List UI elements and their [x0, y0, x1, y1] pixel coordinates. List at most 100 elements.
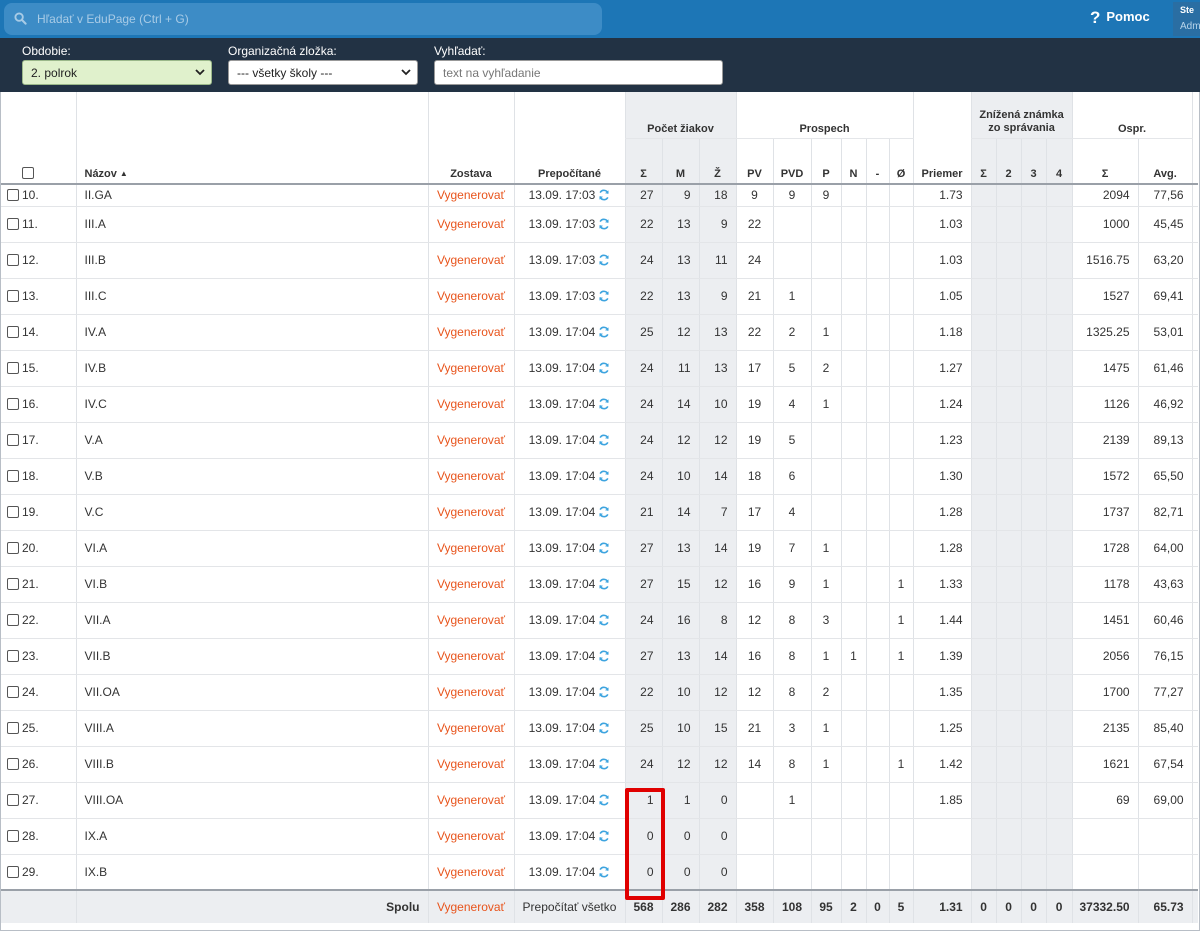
generate-link[interactable]: Vygenerovať [427, 184, 514, 207]
table-row[interactable]: 15. IV.B Vygenerovať 13.09. 17:04 24 11 13 17 5 2… [1, 350, 1199, 387]
table-row[interactable]: 20. VI.A Vygenerovať 13.09. 17:04 27 13 14 19 7 1… [1, 530, 1199, 567]
table-row[interactable]: 17. V.A Vygenerovať 13.09. 17:04 24 12 12 19 5 1.… [1, 422, 1199, 459]
row-checkbox[interactable] [7, 614, 19, 626]
refresh-icon[interactable] [598, 794, 610, 806]
refresh-icon[interactable] [598, 189, 610, 201]
table-row[interactable]: 18. V.B Vygenerovať 13.09. 17:04 24 10 14 18 6 1.… [1, 458, 1199, 495]
table-row[interactable]: 27. VIII.OA Vygenerovať 13.09. 17:04 1 1 0 1 1.8… [1, 782, 1199, 819]
refresh-icon[interactable] [598, 866, 610, 878]
row-checkbox[interactable] [7, 189, 19, 201]
generate-link[interactable]: Vygenerovať [427, 674, 514, 711]
row-checkbox[interactable] [7, 794, 19, 806]
row-checkbox[interactable] [7, 434, 19, 446]
refresh-icon[interactable] [598, 506, 610, 518]
refresh-icon[interactable] [598, 830, 610, 842]
table-row[interactable]: 25. VIII.A Vygenerovať 13.09. 17:04 25 10 15 21… [1, 710, 1199, 747]
table-row[interactable]: 12. III.B Vygenerovať 13.09. 17:03 24 13 11 24 1… [1, 242, 1199, 279]
generate-link[interactable]: Vygenerovať [427, 638, 514, 675]
generate-link[interactable]: Vygenerovať [427, 854, 514, 891]
refresh-icon[interactable] [598, 614, 610, 626]
generate-link[interactable]: Vygenerovať [427, 422, 514, 459]
user-menu[interactable]: Ste Adm [1173, 2, 1200, 36]
row-checkbox[interactable] [7, 722, 19, 734]
row-checkbox[interactable] [7, 686, 19, 698]
refresh-icon[interactable] [598, 470, 610, 482]
row-checkbox[interactable] [7, 470, 19, 482]
refresh-icon[interactable] [598, 362, 610, 374]
refresh-icon[interactable] [598, 326, 610, 338]
row-checkbox[interactable] [7, 650, 19, 662]
table-row[interactable]: 26. VIII.B Vygenerovať 13.09. 17:04 24 12 12 14… [1, 746, 1199, 783]
table-row[interactable]: 23. VII.B Vygenerovať 13.09. 17:04 27 13 14 16 8… [1, 638, 1199, 675]
refresh-icon[interactable] [598, 722, 610, 734]
table-row[interactable]: 24. VII.OA Vygenerovať 13.09. 17:04 22 10 12 12… [1, 674, 1199, 711]
generate-link[interactable]: Vygenerovať [427, 602, 514, 639]
org-select[interactable]: --- všetky školy --- [228, 60, 418, 85]
table-row[interactable]: 21. VI.B Vygenerovať 13.09. 17:04 27 15 12 16 9 1… [1, 566, 1199, 603]
cell-z: 12 [698, 746, 736, 783]
period-select[interactable]: 2. polrok [22, 60, 212, 85]
refresh-icon[interactable] [598, 434, 610, 446]
help-link[interactable]: ? Pomoc [1090, 8, 1150, 28]
generate-link[interactable]: Vygenerovať [427, 494, 514, 531]
refresh-icon[interactable] [598, 290, 610, 302]
generate-link[interactable]: Vygenerovať [427, 566, 514, 603]
cell-avg: 1.35 [912, 674, 972, 711]
cell-pv: 14 [735, 746, 773, 783]
refresh-icon[interactable] [598, 254, 610, 266]
row-checkbox[interactable] [7, 362, 19, 374]
generate-link[interactable]: Vygenerovať [427, 350, 514, 387]
row-checkbox[interactable] [7, 218, 19, 230]
generate-all-link[interactable]: Vygenerovať [427, 889, 514, 923]
cell-n [840, 278, 866, 315]
table-row[interactable]: 13. III.C Vygenerovať 13.09. 17:03 22 13 9 21 1 1… [1, 278, 1199, 315]
cell-sum: 25 [624, 314, 662, 351]
search-input[interactable]: text na vyhľadanie [434, 60, 723, 85]
generate-link[interactable]: Vygenerovať [427, 458, 514, 495]
table-row[interactable]: 29. IX.B Vygenerovať 13.09. 17:04 0 0 0 [1, 854, 1199, 891]
row-checkbox[interactable] [7, 542, 19, 554]
row-checkbox[interactable] [7, 290, 19, 302]
refresh-icon[interactable] [598, 578, 610, 590]
table-row[interactable]: 19. V.C Vygenerovať 13.09. 17:04 21 14 7 17 4 1.2… [1, 494, 1199, 531]
generate-link[interactable]: Vygenerovať [427, 314, 514, 351]
row-checkbox[interactable] [7, 326, 19, 338]
table-row[interactable]: 14. IV.A Vygenerovať 13.09. 17:04 25 12 13 22 2 1… [1, 314, 1199, 351]
row-checkbox[interactable] [7, 758, 19, 770]
table-row[interactable]: 11. III.A Vygenerovať 13.09. 17:03 22 13 9 22 1.… [1, 206, 1199, 243]
row-checkbox[interactable] [7, 578, 19, 590]
global-search-box[interactable]: Hľadať v EduPage (Ctrl + G) [4, 3, 602, 35]
cell-osa: 61,46 [1137, 350, 1193, 387]
generate-link[interactable]: Vygenerovať [427, 242, 514, 279]
row-checkbox[interactable] [7, 506, 19, 518]
generate-link[interactable]: Vygenerovať [427, 206, 514, 243]
generate-link[interactable]: Vygenerovať [427, 710, 514, 747]
table-row[interactable]: 10. II.GA Vygenerovať 13.09. 17:03 27 9 18 9 9 9 1… [1, 184, 1199, 207]
refresh-icon[interactable] [598, 398, 610, 410]
table-row[interactable]: 16. IV.C Vygenerovať 13.09. 17:04 24 14 10 19 4 1… [1, 386, 1199, 423]
generate-link[interactable]: Vygenerovať [427, 746, 514, 783]
select-all-checkbox[interactable] [22, 167, 34, 179]
generate-link[interactable]: Vygenerovať [427, 530, 514, 567]
cell-pv: 9 [735, 184, 773, 207]
table-row[interactable]: 22. VII.A Vygenerovať 13.09. 17:04 24 16 8 12 8 3… [1, 602, 1199, 639]
refresh-icon[interactable] [598, 218, 610, 230]
generate-link[interactable]: Vygenerovať [427, 386, 514, 423]
row-checkbox[interactable] [7, 830, 19, 842]
row-checkbox[interactable] [7, 398, 19, 410]
cell-d [865, 854, 889, 891]
refresh-icon[interactable] [598, 650, 610, 662]
table-row[interactable]: 28. IX.A Vygenerovať 13.09. 17:04 0 0 0 [1, 818, 1199, 855]
generate-link[interactable]: Vygenerovať [427, 818, 514, 855]
col-nazov[interactable]: Názov ▲ [75, 138, 428, 185]
cell-pvd: 8 [772, 638, 811, 675]
recalc-all-link[interactable]: Prepočítať všetko [513, 889, 625, 923]
row-checkbox[interactable] [7, 865, 19, 878]
refresh-icon[interactable] [598, 686, 610, 698]
row-checkbox[interactable] [7, 254, 19, 266]
generate-link[interactable]: Vygenerovať [427, 782, 514, 819]
generate-link[interactable]: Vygenerovať [427, 278, 514, 315]
refresh-icon[interactable] [598, 758, 610, 770]
total-pvd: 108 [772, 889, 811, 923]
refresh-icon[interactable] [598, 542, 610, 554]
